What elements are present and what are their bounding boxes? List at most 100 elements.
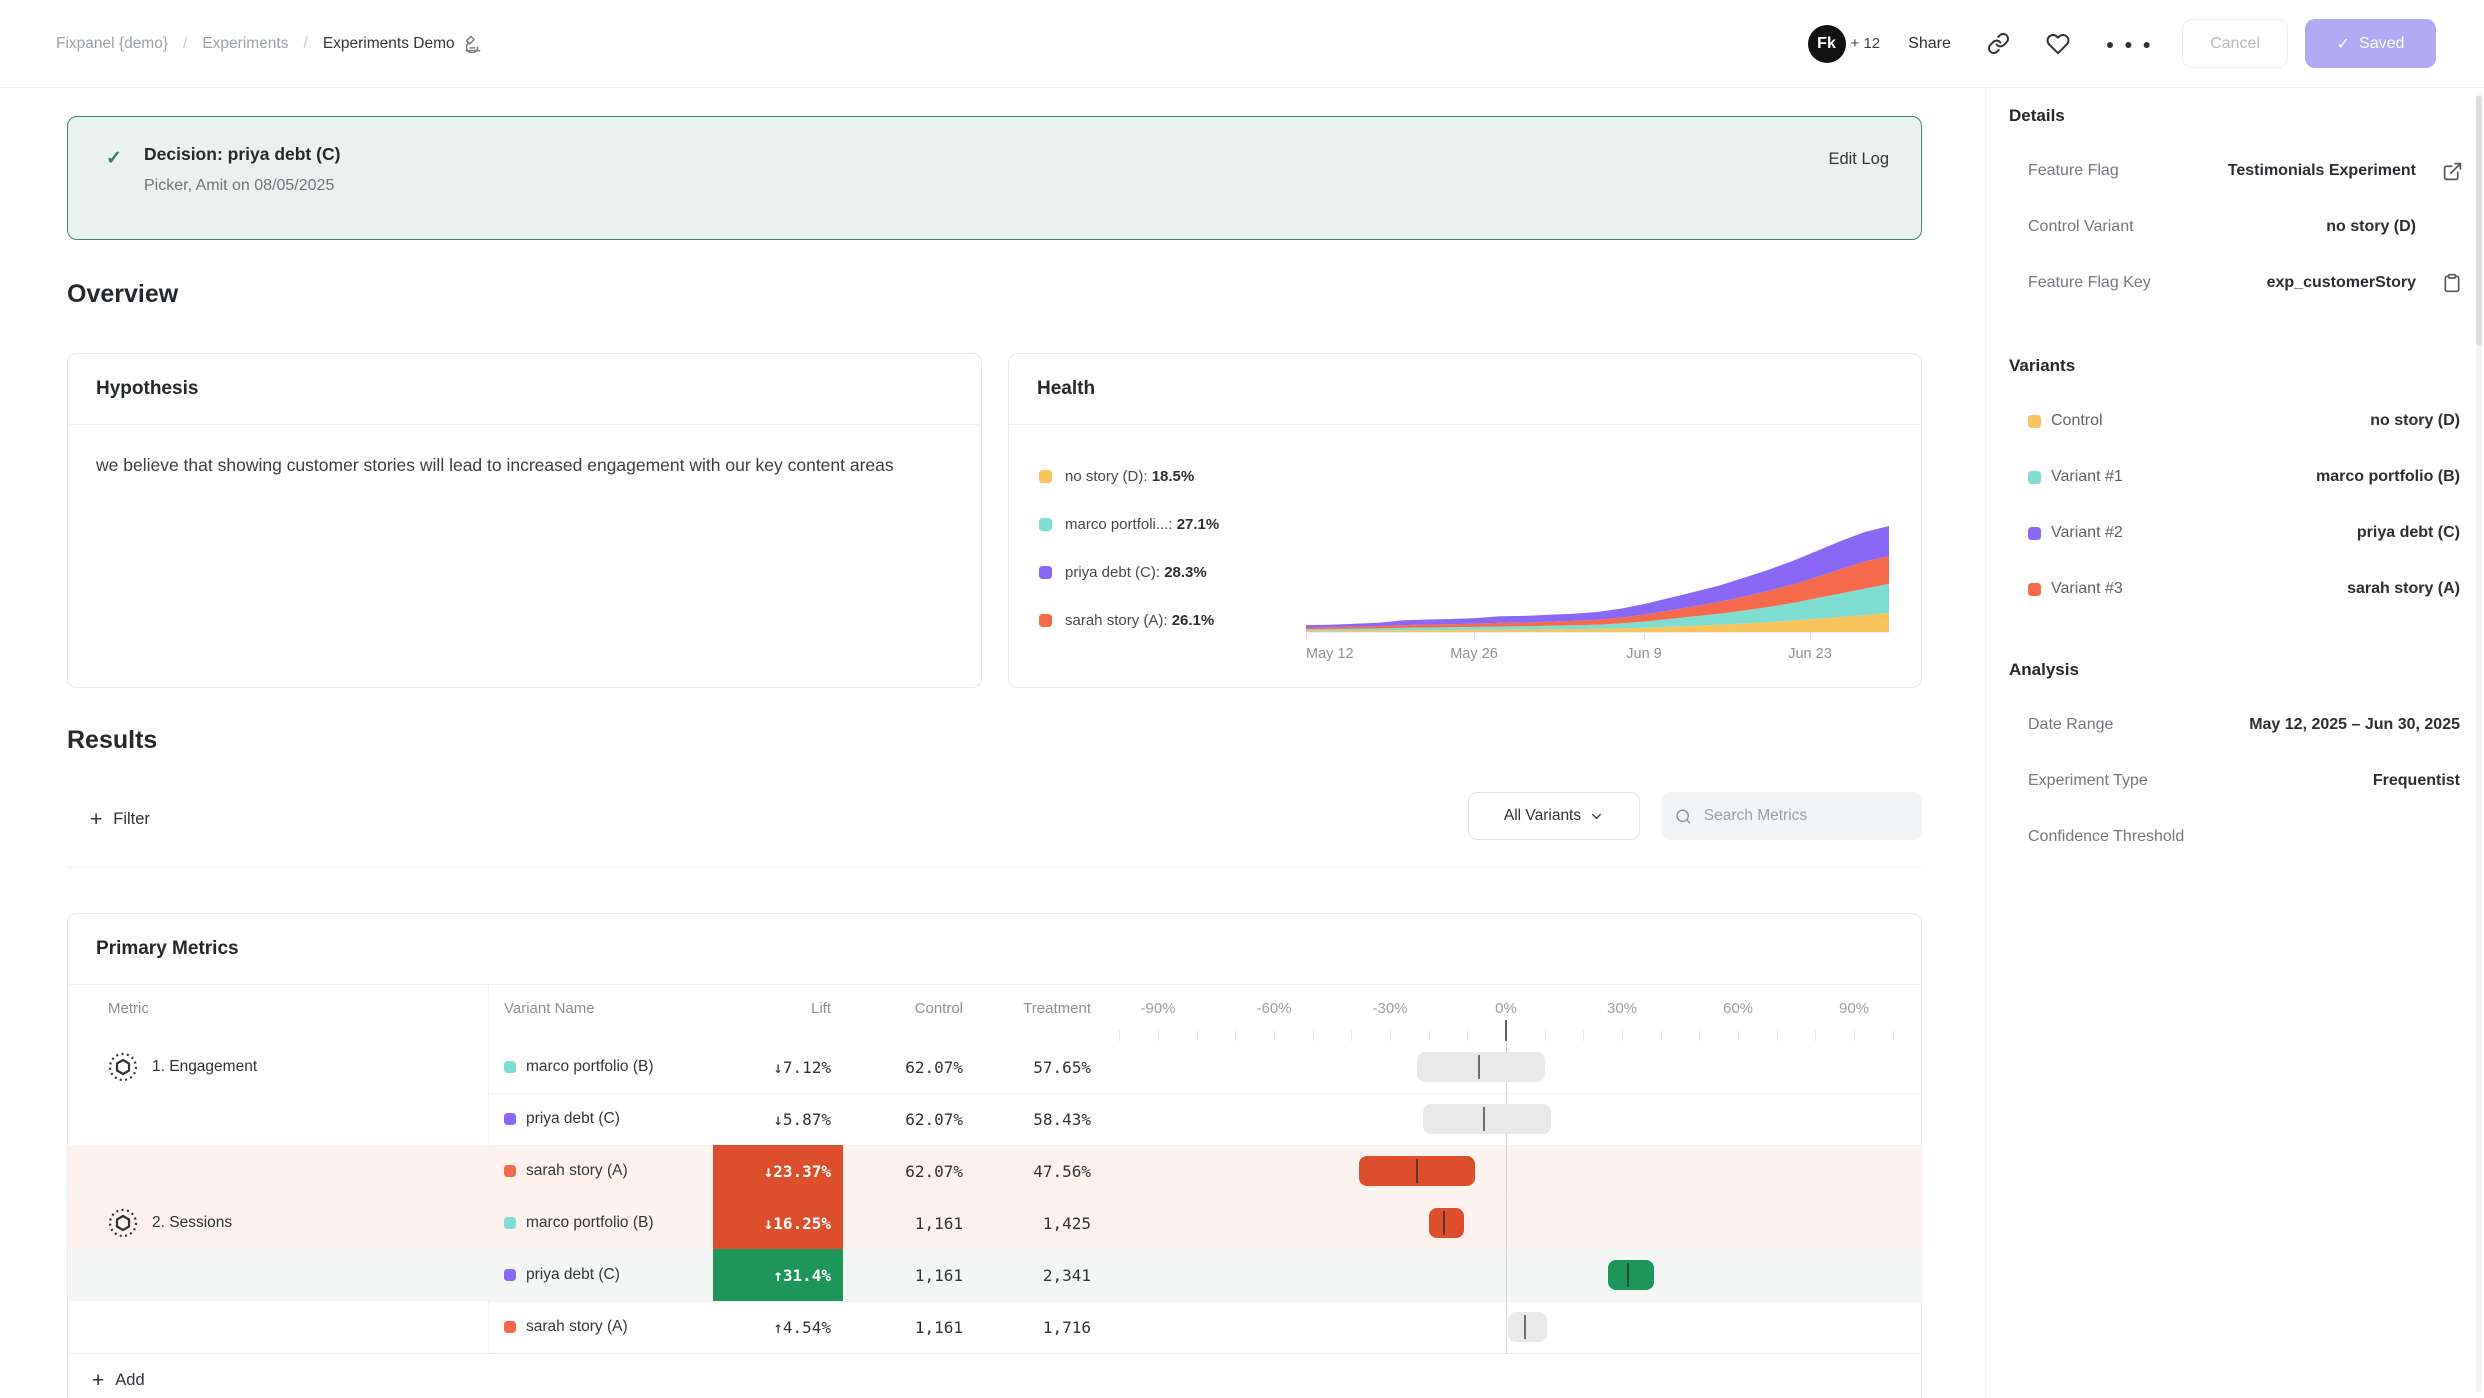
legend-swatch-icon	[1039, 614, 1052, 627]
ruler-tick	[1545, 1030, 1546, 1041]
metric-row[interactable]: sarah story (A)↑4.54%1,1611,716	[68, 1301, 1923, 1353]
cancel-button[interactable]: Cancel	[2182, 19, 2288, 68]
variant-row-1: Variant #1 marco portfolio (B)	[2028, 464, 2464, 490]
hypothesis-body: we believe that showing customer stories…	[96, 452, 956, 479]
card-divider	[1009, 424, 1921, 425]
metric-name-cell: 1. Engagement	[108, 1041, 257, 1093]
health-axis-tick	[1644, 633, 1645, 640]
microscope-icon	[463, 34, 482, 53]
legend-item[interactable]: priya debt (C): 28.3%	[1039, 560, 1207, 584]
search-metrics-input[interactable]	[1702, 806, 1908, 826]
edit-log-button[interactable]: Edit Log	[1828, 150, 1889, 169]
ruler-tick	[1815, 1030, 1816, 1041]
variant-row-control: Control no story (D)	[2028, 408, 2464, 434]
avatar[interactable]: Fk	[1808, 25, 1846, 63]
scrollbar-track[interactable]	[2476, 92, 2482, 1392]
lift-cell: ↓7.12%	[713, 1041, 843, 1093]
confidence-interval-bar	[1417, 1052, 1545, 1082]
row-label: Variant #2	[2051, 524, 2123, 542]
feature-flag-key-row: Feature Flag Key exp_customerStory	[2028, 270, 2464, 296]
variant-name-cell: priya debt (C)	[504, 1249, 620, 1301]
saved-button[interactable]: ✓ Saved	[2305, 19, 2436, 68]
plus-icon: +	[90, 809, 102, 830]
col-lift: Lift	[713, 1000, 831, 1017]
row-value: no story (D)	[2370, 412, 2460, 430]
metric-row[interactable]: 2. Sessions marco portfolio (B) ↓16.25%1,1…	[68, 1197, 1923, 1249]
experiment-type-row: Experiment Type Frequentist	[2028, 768, 2464, 794]
variants-dropdown[interactable]: All Variants	[1468, 792, 1640, 840]
legend-item[interactable]: sarah story (A): 26.1%	[1039, 608, 1214, 632]
copy-link-icon[interactable]	[1987, 32, 2010, 55]
legend-label: sarah story (A): 26.1%	[1065, 612, 1214, 629]
variant-swatch-icon	[504, 1217, 516, 1229]
row-label: Control Variant	[2028, 218, 2134, 236]
legend-swatch-icon	[1039, 518, 1052, 531]
col-treatment: Treatment	[979, 1000, 1091, 1017]
control-variant-value: no story (D)	[2326, 218, 2416, 236]
zero-axis-line	[1506, 1041, 1507, 1353]
metric-row[interactable]: priya debt (C)↑31.4%1,1612,341	[68, 1249, 1923, 1301]
ruler-tick	[1467, 1030, 1468, 1041]
metric-name-cell: 2. Sessions	[108, 1197, 232, 1249]
lift-axis-label: 60%	[1723, 1000, 1753, 1017]
variant-swatch-icon	[504, 1113, 516, 1125]
top-bar: Fixpanel {demo} / Experiments / Experime…	[0, 0, 2484, 88]
row-label: Experiment Type	[2028, 772, 2148, 790]
add-filter-button[interactable]: + Filter	[90, 804, 150, 834]
variant-swatch-icon	[504, 1061, 516, 1073]
favorite-heart-icon[interactable]	[2046, 32, 2070, 56]
control-cell: 62.07%	[851, 1041, 971, 1093]
metric-row[interactable]: priya debt (C)↓5.87%62.07%58.43%	[68, 1093, 1923, 1145]
decision-title: Decision: priya debt (C)	[144, 144, 340, 165]
row-label: Control	[2051, 412, 2103, 430]
variant-row-3: Variant #3 sarah story (A)	[2028, 576, 2464, 602]
breadcrumb-experiments[interactable]: Experiments	[202, 35, 288, 53]
metric-row[interactable]: sarah story (A)↓23.37%62.07%47.56%	[68, 1145, 1923, 1197]
share-button[interactable]: Share	[1908, 35, 1951, 53]
legend-item[interactable]: marco portfoli...: 27.1%	[1039, 512, 1219, 536]
control-cell: 1,161	[851, 1197, 971, 1249]
external-link-icon[interactable]	[2442, 160, 2464, 182]
results-divider	[67, 867, 1922, 868]
feature-flag-value[interactable]: Testimonials Experiment	[2228, 162, 2416, 180]
variant-swatch-icon	[504, 1165, 516, 1177]
col-control: Control	[851, 1000, 963, 1017]
legend-swatch-icon	[1039, 470, 1052, 483]
breadcrumb-project[interactable]: Fixpanel {demo}	[56, 35, 168, 53]
ruler-tick	[1661, 1030, 1662, 1041]
breadcrumb: Fixpanel {demo} / Experiments / Experime…	[56, 34, 482, 53]
variant-swatch-icon	[504, 1321, 516, 1333]
confidence-threshold-row: Confidence Threshold	[2028, 824, 2464, 850]
row-value: sarah story (A)	[2347, 580, 2460, 598]
primary-metrics-card: Primary Metrics Metric Variant Name Lift…	[67, 913, 1922, 1398]
health-title: Health	[1037, 378, 1095, 400]
ruler-tick	[1197, 1030, 1198, 1041]
variant-swatch	[2028, 471, 2041, 484]
lift-point-tick	[1524, 1315, 1526, 1339]
variant-name-cell: marco portfolio (B)	[504, 1197, 653, 1249]
treatment-cell: 2,341	[979, 1249, 1099, 1301]
hypothesis-card: Hypothesis we believe that showing custo…	[67, 353, 982, 688]
ruler-tick	[1274, 1030, 1275, 1041]
health-card: Health no story (D): 18.5% marco portfoli…	[1008, 353, 1922, 688]
row-value: May 12, 2025 – Jun 30, 2025	[2249, 716, 2460, 734]
lift-cell: ↓16.25%	[713, 1197, 843, 1249]
collaborators-count[interactable]: + 12	[1851, 35, 1881, 52]
chevron-down-icon	[1589, 809, 1604, 824]
primary-metrics-title: Primary Metrics	[96, 938, 239, 960]
breadcrumb-current[interactable]: Experiments Demo	[323, 34, 482, 53]
check-icon: ✓	[2337, 34, 2350, 54]
ruler-tick	[1119, 1030, 1120, 1041]
clipboard-copy-icon[interactable]	[2442, 272, 2464, 294]
legend-item[interactable]: no story (D): 18.5%	[1039, 464, 1194, 488]
scrollbar-thumb[interactable]	[2476, 96, 2482, 346]
add-metric-button[interactable]: + Add	[92, 1353, 145, 1398]
lift-axis-label: 30%	[1607, 1000, 1637, 1017]
more-options-icon[interactable]: ● ● ●	[2106, 36, 2154, 52]
metric-row[interactable]: 1. Engagementmarco portfolio (B)↓7.12%62…	[68, 1041, 1923, 1093]
plus-icon: +	[92, 1370, 104, 1391]
health-axis-tick-label: Jun 9	[1626, 646, 1661, 662]
ruler-tick	[1235, 1030, 1236, 1041]
control-variant-row: Control Variant no story (D)	[2028, 214, 2464, 240]
treatment-cell: 47.56%	[979, 1145, 1099, 1197]
